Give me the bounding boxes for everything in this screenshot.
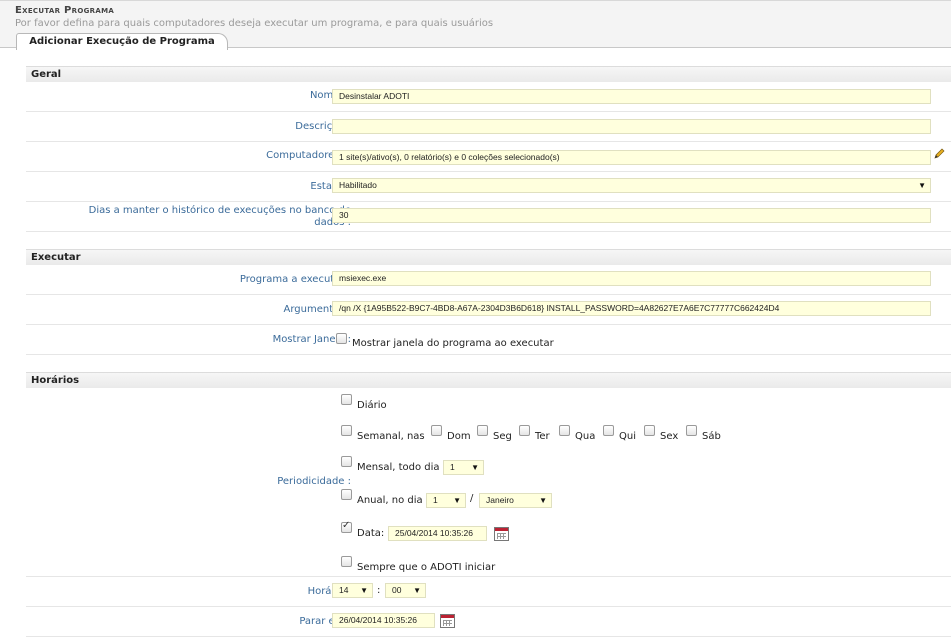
day-seg-label: Seg	[493, 431, 512, 442]
edit-pencil-icon[interactable]	[934, 148, 945, 159]
semanal-text: Semanal, nas	[357, 431, 425, 442]
data-text: Data:	[357, 528, 385, 539]
anual-month-value: Janeiro	[486, 495, 514, 505]
estado-select[interactable]: Habilitado ▼	[332, 178, 931, 193]
chevron-down-icon: ▼	[539, 496, 547, 505]
mostrar-janela-checkbox[interactable]	[336, 333, 347, 344]
dias-input[interactable]: 30	[332, 208, 931, 223]
anual-day-value: 1	[433, 495, 438, 505]
day-sab-label: Sáb	[702, 431, 721, 442]
page-title: Executar Programa	[15, 5, 115, 16]
day-qua-label: Qua	[575, 431, 596, 442]
hora-value: 14	[339, 585, 349, 595]
sempre-checkbox[interactable]	[341, 556, 352, 567]
section-geral: Geral	[26, 66, 951, 82]
mensal-text: Mensal, todo dia	[357, 462, 440, 473]
day-qui-label: Qui	[619, 431, 636, 442]
row-horario: Horário :	[26, 577, 951, 607]
chevron-down-icon: ▼	[453, 496, 461, 505]
chevron-down-icon: ▼	[918, 181, 926, 190]
periodicidade-label: Periodicidade :	[277, 476, 351, 487]
dias-label: Dias a manter o histórico de execuções n…	[88, 205, 351, 228]
page-subtitle: Por favor defina para quais computadores…	[15, 18, 494, 29]
data-checkbox[interactable]	[341, 520, 352, 533]
day-qui-checkbox[interactable]	[603, 425, 614, 436]
day-qua-checkbox[interactable]	[559, 425, 570, 436]
semanal-checkbox[interactable]	[341, 425, 352, 436]
page-header: Executar Programa Por favor defina para …	[0, 0, 951, 50]
time-colon: :	[377, 585, 381, 596]
chevron-down-icon: ▼	[471, 463, 479, 472]
chevron-down-icon: ▼	[360, 586, 368, 595]
argumentos-input[interactable]: /qn /X {1A95B522-B9C7-4BD8-A67A-2304D3B6…	[332, 301, 931, 316]
nome-input[interactable]: Desinstalar ADOTI	[332, 89, 931, 104]
mensal-day-select[interactable]: 1 ▼	[443, 460, 484, 475]
sempre-text: Sempre que o ADOTI iniciar	[357, 562, 496, 573]
row-parar-em: Parar em :	[26, 607, 951, 637]
programa-input[interactable]: msiexec.exe	[332, 271, 931, 286]
chevron-down-icon: ▼	[413, 586, 421, 595]
diario-checkbox[interactable]	[341, 394, 352, 405]
minuto-select[interactable]: 00 ▼	[385, 583, 426, 598]
day-dom-checkbox[interactable]	[431, 425, 442, 436]
calendar-icon[interactable]	[494, 527, 509, 541]
estado-value: Habilitado	[339, 180, 377, 190]
day-ter-checkbox[interactable]	[519, 425, 530, 436]
day-sex-label: Sex	[660, 431, 679, 442]
mostrar-janela-text: Mostrar janela do programa ao executar	[352, 338, 554, 349]
computadores-input[interactable]: 1 site(s)/ativo(s), 0 relatório(s) e 0 c…	[332, 150, 931, 165]
diario-text: Diário	[357, 400, 387, 411]
anual-day-select[interactable]: 1 ▼	[426, 493, 466, 508]
tab-adicionar-execucao[interactable]: Adicionar Execução de Programa	[16, 33, 228, 50]
row-periodicidade: Periodicidade :	[26, 388, 951, 577]
anual-month-select[interactable]: Janeiro ▼	[479, 493, 552, 508]
section-executar: Executar	[26, 249, 951, 265]
day-sab-checkbox[interactable]	[686, 425, 697, 436]
hora-select[interactable]: 14 ▼	[332, 583, 373, 598]
anual-checkbox[interactable]	[341, 489, 352, 500]
anual-text: Anual, no dia	[357, 495, 423, 506]
mensal-day-value: 1	[450, 462, 455, 472]
day-ter-label: Ter	[535, 431, 550, 442]
day-seg-checkbox[interactable]	[477, 425, 488, 436]
day-sex-checkbox[interactable]	[644, 425, 655, 436]
data-input[interactable]: 25/04/2014 10:35:26	[388, 526, 487, 541]
descricao-input[interactable]	[332, 119, 931, 134]
date-slash: /	[470, 493, 474, 504]
section-horarios: Horários	[26, 372, 951, 388]
minuto-value: 00	[392, 585, 402, 595]
calendar-icon[interactable]	[440, 614, 455, 628]
parar-em-input[interactable]: 26/04/2014 10:35:26	[332, 613, 435, 628]
day-dom-label: Dom	[447, 431, 471, 442]
mensal-checkbox[interactable]	[341, 456, 352, 467]
